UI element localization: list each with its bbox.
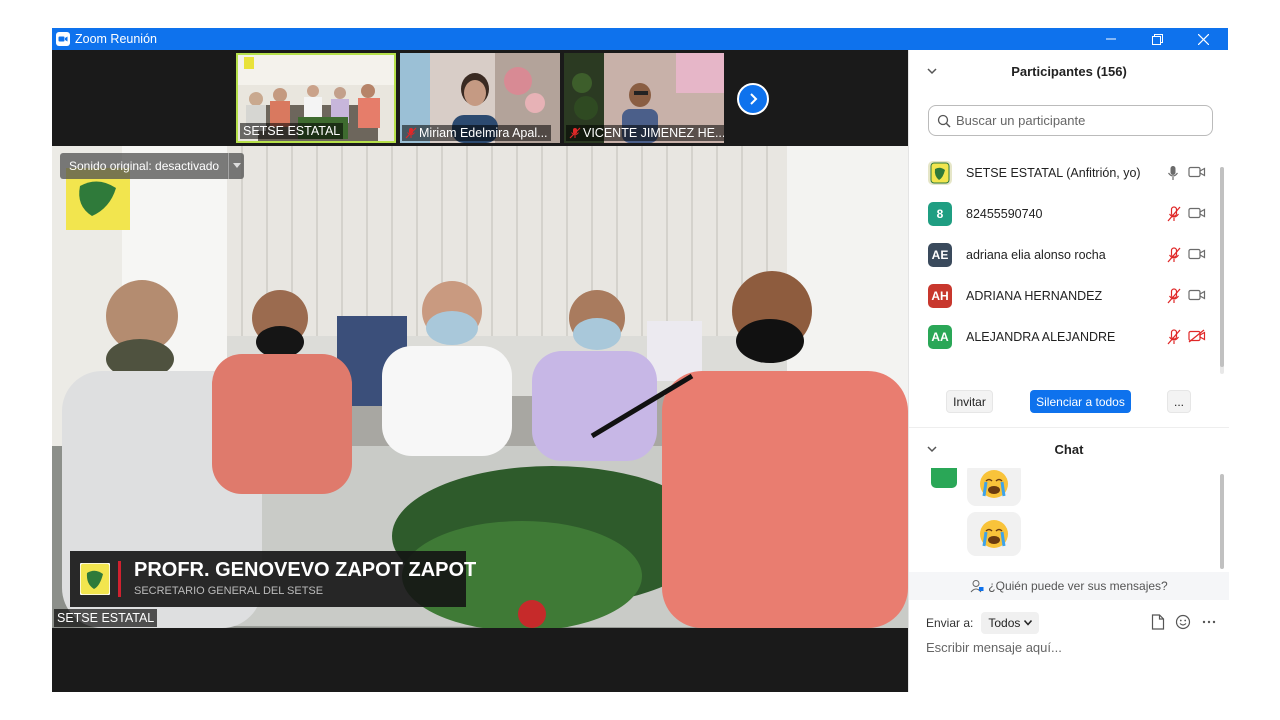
participant-row[interactable]: 8 82455590740 xyxy=(928,199,1218,229)
speaker-name-caption: PROFR. GENOVEVO ZAPOT ZAPOT xyxy=(134,559,477,581)
chat-message-input[interactable] xyxy=(926,640,1216,655)
mute-all-button[interactable]: Silenciar a todos xyxy=(1030,390,1131,413)
chevron-down-icon xyxy=(1024,620,1033,626)
video-camera-icon[interactable] xyxy=(1188,247,1206,266)
participant-row[interactable]: SETSE ESTATAL (Anfitrión, yo) xyxy=(928,158,1218,188)
zoom-window: Zoom Reunión SETSE ESTATAL Miriam Edelmi… xyxy=(52,28,1229,692)
who-can-see-messages[interactable]: ¿Quién puede ver sus mensajes? xyxy=(909,572,1229,600)
speaker-title-caption: SECRETARIO GENERAL DEL SETSE xyxy=(134,585,324,597)
panel-divider xyxy=(909,427,1229,428)
main-participant-name: SETSE ESTATAL xyxy=(54,609,158,627)
muted-mic-icon[interactable] xyxy=(1166,206,1182,227)
participant-name: SETSE ESTATAL (Anfitrión, yo) xyxy=(966,166,1141,180)
participant-avatar: AH xyxy=(928,284,952,308)
chat-title: Chat xyxy=(1054,442,1084,457)
chat-header: Chat xyxy=(909,435,1229,465)
emoji-icon[interactable] xyxy=(1175,614,1191,630)
main-video: Sonido original: desactivado PROFR. GENO… xyxy=(52,146,908,628)
thumbnail-strip: SETSE ESTATAL Miriam Edelmira Apal... VI… xyxy=(52,50,908,146)
participant-scrollbar[interactable] xyxy=(1220,167,1224,374)
thumbnail-name: SETSE ESTATAL xyxy=(240,123,344,139)
search-icon xyxy=(937,114,951,128)
lower-third-banner: PROFR. GENOVEVO ZAPOT ZAPOT SECRETARIO G… xyxy=(70,551,476,607)
participant-row[interactable]: AE adriana elia alonso rocha xyxy=(928,240,1218,270)
chevron-right-icon xyxy=(750,93,758,105)
video-off-icon[interactable] xyxy=(1188,329,1206,348)
minimize-icon xyxy=(1106,38,1116,40)
original-sound-label: Sonido original: desactivado xyxy=(69,159,220,173)
close-button[interactable] xyxy=(1180,28,1226,50)
setse-logo-avatar xyxy=(930,162,950,184)
side-panel: Participantes (156) SETSE ESTATAL (Anfit… xyxy=(908,50,1229,692)
muted-mic-icon[interactable] xyxy=(1166,247,1182,268)
sound-options-arrow[interactable] xyxy=(228,153,244,179)
close-icon xyxy=(1197,33,1209,45)
thumbnail-vicente[interactable]: VICENTE JIMENEZ HE... xyxy=(564,53,724,143)
restore-icon xyxy=(1151,33,1163,45)
search-input[interactable] xyxy=(956,113,1196,128)
who-can-see-label: ¿Quién puede ver sus mensajes? xyxy=(988,579,1168,593)
minimize-button[interactable] xyxy=(1088,28,1134,50)
participants-header: Participantes (156) xyxy=(909,57,1229,87)
zoom-app-icon xyxy=(56,32,70,46)
participant-avatar: 8 xyxy=(928,202,952,226)
muted-mic-icon xyxy=(569,127,581,139)
caret-down-icon xyxy=(232,163,241,168)
person-lock-icon xyxy=(970,580,984,593)
send-to-select[interactable]: Todos xyxy=(981,612,1040,634)
file-icon[interactable] xyxy=(1151,614,1165,630)
chat-sender-avatar xyxy=(931,468,957,488)
participant-search[interactable] xyxy=(928,105,1213,136)
crying-face-emoji-icon xyxy=(980,470,1008,498)
video-area: SETSE ESTATAL Miriam Edelmira Apal... VI… xyxy=(52,50,908,692)
original-sound-button[interactable]: Sonido original: desactivado xyxy=(60,153,245,179)
thumbnail-name: VICENTE JIMENEZ HE... xyxy=(566,125,724,141)
more-icon[interactable] xyxy=(1201,614,1217,630)
chat-tools xyxy=(1151,614,1217,630)
chat-scrollbar[interactable] xyxy=(1220,474,1224,569)
restore-button[interactable] xyxy=(1134,28,1180,50)
video-camera-icon[interactable] xyxy=(1188,288,1206,307)
participant-avatar xyxy=(928,161,952,185)
lower-third-accent xyxy=(118,561,121,597)
setse-logo xyxy=(80,563,110,595)
participant-row[interactable]: AH ADRIANA HERNANDEZ xyxy=(928,281,1218,311)
participant-avatar: AA xyxy=(928,325,952,349)
title-bar: Zoom Reunión xyxy=(52,28,1228,50)
participant-name: ALEJANDRA ALEJANDRE xyxy=(966,330,1116,344)
send-to-row: Enviar a: Todos xyxy=(926,612,1040,634)
chat-messages xyxy=(909,468,1229,572)
muted-mic-icon[interactable] xyxy=(1166,329,1182,350)
muted-mic-icon xyxy=(405,127,417,139)
thumbnail-miriam[interactable]: Miriam Edelmira Apal... xyxy=(400,53,560,143)
thumbnail-setse[interactable]: SETSE ESTATAL xyxy=(236,53,396,143)
participant-name: adriana elia alonso rocha xyxy=(966,248,1106,262)
participant-row[interactable]: AA ALEJANDRA ALEJANDRE xyxy=(928,322,1218,352)
send-to-label: Enviar a: xyxy=(926,616,974,630)
video-camera-icon[interactable] xyxy=(1188,165,1206,184)
chat-message xyxy=(967,468,1021,506)
participant-name: 82455590740 xyxy=(966,207,1043,221)
invite-button[interactable]: Invitar xyxy=(946,390,993,413)
participants-title: Participantes (156) xyxy=(1011,64,1127,79)
crying-face-emoji-icon xyxy=(980,520,1008,548)
muted-mic-icon[interactable] xyxy=(1166,288,1182,309)
video-camera-icon[interactable] xyxy=(1188,206,1206,225)
window-title: Zoom Reunión xyxy=(75,32,157,46)
mic-icon[interactable] xyxy=(1166,165,1180,186)
participant-avatar: AE xyxy=(928,243,952,267)
next-page-button[interactable] xyxy=(737,83,769,115)
more-options-button[interactable]: ... xyxy=(1167,390,1191,413)
participant-name: ADRIANA HERNANDEZ xyxy=(966,289,1103,303)
thumbnail-name: Miriam Edelmira Apal... xyxy=(402,125,551,141)
chat-message xyxy=(967,512,1021,556)
